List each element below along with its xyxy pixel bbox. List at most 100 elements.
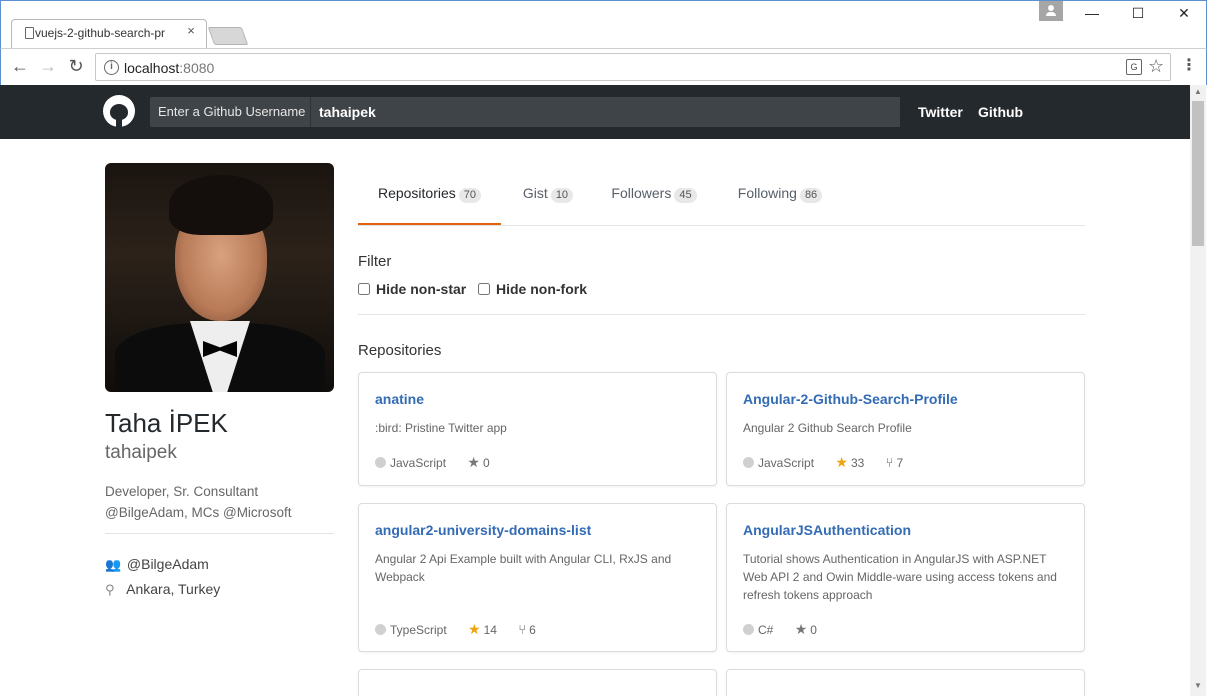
forward-icon[interactable]: → — [37, 54, 59, 78]
github-link[interactable]: Github — [978, 104, 1023, 120]
tab-close-icon[interactable]: × — [184, 23, 198, 38]
tab-label: Following — [737, 185, 797, 201]
repo-language: JavaScript — [758, 456, 815, 470]
profile-username: tahaipek — [105, 442, 177, 463]
profile-bio: Developer, Sr. Consultant @BilgeAdam, MC… — [105, 484, 292, 520]
maximize-button[interactable]: ☐ — [1123, 5, 1153, 25]
profile-avatar — [105, 163, 334, 392]
repo-language: JavaScript — [390, 456, 447, 470]
url-text[interactable]: localhost:8080 — [124, 60, 214, 76]
language-dot-icon — [743, 624, 754, 635]
filter-title: Filter — [358, 253, 392, 270]
hide-non-fork-option[interactable]: Hide non-fork — [478, 281, 587, 297]
repo-meta: JavaScript ★ 33 ⑂ 7 — [743, 454, 921, 471]
hide-non-star-option[interactable]: Hide non-star — [358, 281, 466, 297]
repo-card — [358, 669, 717, 696]
repo-card: Angular-2-Github-Search-Profile Angular … — [726, 372, 1085, 486]
organization-icon: 👥 — [105, 557, 122, 572]
repo-stars: 14 — [483, 623, 497, 637]
bookmark-star-icon[interactable]: ☆ — [1148, 56, 1164, 77]
app-navbar: Enter a Github Username Twitter Github — [0, 85, 1190, 139]
tab-counter: 45 — [674, 188, 697, 203]
repositories-heading: Repositories — [358, 342, 442, 359]
fork-icon: ⑂ — [885, 455, 894, 470]
github-logo-icon[interactable] — [103, 95, 135, 127]
repo-forks: 6 — [529, 623, 536, 637]
info-icon[interactable]: i — [104, 60, 119, 75]
location-text: Ankara, Turkey — [126, 581, 221, 597]
filter-divider — [358, 314, 1085, 315]
repo-card: AngularJSAuthentication Tutorial shows A… — [726, 503, 1085, 652]
tab-followers[interactable]: Followers 45 — [604, 165, 704, 225]
browser-tab-title[interactable]: vuejs-2-github-search-pr — [35, 26, 175, 40]
tab-repositories[interactable]: Repositories 70 — [358, 165, 501, 225]
window-close-button[interactable]: ✕ — [1169, 5, 1199, 25]
username-input[interactable] — [310, 97, 900, 127]
user-profile-icon[interactable] — [1039, 1, 1063, 21]
repo-meta: C# ★ 0 — [743, 621, 835, 638]
star-icon: ★ — [468, 621, 481, 637]
company-text: @BilgeAdam — [126, 556, 209, 572]
repo-description: :bird: Pristine Twitter app — [375, 421, 507, 435]
star-icon: ★ — [835, 454, 848, 470]
repo-stars: 0 — [810, 623, 817, 637]
hide-non-star-label: Hide non-star — [376, 281, 467, 297]
repo-meta: JavaScript ★ 0 — [375, 454, 508, 471]
repo-card — [726, 669, 1085, 696]
fork-icon: ⑂ — [518, 622, 527, 637]
star-icon: ★ — [794, 621, 808, 637]
browser-titlebar: vuejs-2-github-search-pr × — ☐ ✕ — [0, 0, 1207, 49]
scroll-down-icon[interactable]: ▼ — [1190, 681, 1206, 690]
reload-icon[interactable]: ↻ — [65, 54, 87, 78]
repo-name-link[interactable]: angular2-university-domains-list — [375, 522, 591, 538]
repo-language: TypeScript — [390, 623, 447, 637]
page-scrollbar[interactable]: ▲ ▼ — [1190, 85, 1206, 696]
repo-description: Tutorial shows Authentication in Angular… — [743, 552, 1057, 602]
sidebar-divider — [105, 533, 334, 534]
repo-name-link[interactable]: AngularJSAuthentication — [743, 522, 911, 538]
language-dot-icon — [375, 457, 386, 468]
scroll-up-icon[interactable]: ▲ — [1190, 87, 1206, 96]
scroll-thumb[interactable] — [1192, 101, 1204, 246]
hide-non-fork-label: Hide non-fork — [496, 281, 587, 297]
address-bar[interactable]: i localhost:8080 G ☆ — [95, 53, 1171, 81]
hide-non-star-checkbox[interactable] — [358, 283, 370, 295]
translate-icon[interactable]: G — [1126, 59, 1142, 75]
profile-location: ⚲ Ankara, Turkey — [105, 581, 220, 598]
back-icon[interactable]: ← — [9, 54, 31, 78]
tab-counter: 10 — [550, 188, 574, 203]
tab-counter: 86 — [799, 188, 823, 203]
minimize-button[interactable]: — — [1077, 5, 1107, 25]
repo-forks: 7 — [896, 456, 904, 470]
repo-meta: TypeScript ★ 14 ⑂ 6 — [375, 621, 554, 638]
browser-toolbar: ← → ↻ i localhost:8080 G ☆ ⋮ — [0, 48, 1207, 85]
profile-tabs: Repositories 70 Gist 10 Followers 45 Follow… — [358, 165, 1085, 226]
tab-label: Repositories — [377, 185, 456, 201]
tab-gist[interactable]: Gist 10 — [508, 165, 588, 225]
repo-description: Angular 2 Api Example built with Angular… — [375, 552, 672, 584]
profile-name: Taha İPEK — [105, 408, 228, 438]
tab-label: Gist — [522, 185, 548, 201]
repo-name-link[interactable]: anatine — [375, 391, 424, 407]
language-dot-icon — [743, 457, 754, 468]
new-tab-button[interactable] — [207, 27, 249, 45]
repo-stars: 0 — [482, 456, 490, 470]
language-dot-icon — [375, 624, 386, 635]
repo-language: C# — [758, 623, 774, 637]
profile-company: 👥 @BilgeAdam — [105, 556, 209, 573]
repo-description: Angular 2 Github Search Profile — [743, 421, 912, 435]
star-icon: ★ — [467, 454, 480, 470]
repo-name-link[interactable]: Angular-2-Github-Search-Profile — [743, 391, 958, 407]
tab-counter: 70 — [458, 188, 482, 203]
tab-following[interactable]: Following 86 — [730, 165, 830, 225]
location-pin-icon: ⚲ — [105, 582, 115, 597]
document-icon — [25, 27, 34, 39]
tab-label: Followers — [611, 185, 672, 201]
username-search: Enter a Github Username — [150, 97, 900, 127]
browser-menu-icon[interactable]: ⋮ — [1181, 55, 1197, 75]
search-label: Enter a Github Username — [150, 97, 310, 127]
twitter-link[interactable]: Twitter — [918, 104, 963, 120]
repo-card: angular2-university-domains-list Angular… — [358, 503, 717, 652]
repo-card: anatine :bird: Pristine Twitter app Java… — [358, 372, 717, 486]
hide-non-fork-checkbox[interactable] — [478, 283, 490, 295]
